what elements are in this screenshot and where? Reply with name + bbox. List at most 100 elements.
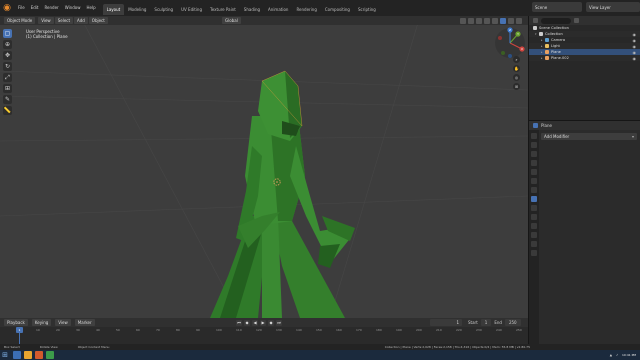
modifier-tab-icon[interactable]: [531, 196, 537, 202]
frame-ruler[interactable]: 0102030405060708090100110120130140150160…: [0, 327, 528, 333]
ruler-tick-label: 30: [76, 328, 80, 332]
ruler-tick-label: 230: [476, 328, 482, 332]
output-tab-icon[interactable]: [531, 151, 537, 157]
scene-tab-icon[interactable]: [531, 169, 537, 175]
material-tab-icon[interactable]: [531, 241, 537, 247]
orientation-selector[interactable]: Global: [222, 17, 241, 24]
mode-selector[interactable]: Object Mode: [4, 17, 36, 24]
transform-icon[interactable]: ⊞: [3, 84, 12, 93]
3d-viewport[interactable]: Object Mode View Select Add Object Globa…: [0, 16, 528, 318]
cursor-icon[interactable]: ⊕: [3, 40, 12, 49]
constraints-tab-icon[interactable]: [531, 223, 537, 229]
outliner-item-plane-002[interactable]: ▸ Plane.002 ◉: [529, 55, 640, 61]
rotate-icon[interactable]: ↻: [3, 62, 12, 71]
keying-menu[interactable]: Keying: [31, 319, 52, 326]
explorer-app-icon[interactable]: [13, 351, 21, 359]
tab-rendering[interactable]: Rendering: [292, 4, 320, 15]
solid-shading-icon[interactable]: [500, 17, 506, 24]
add-menu[interactable]: Add: [74, 17, 88, 24]
prev-key-icon[interactable]: ◆: [244, 319, 250, 326]
eye-icon[interactable]: ◉: [633, 32, 637, 37]
particles-tab-icon[interactable]: [531, 205, 537, 211]
ruler-tick-label: 40: [96, 328, 100, 332]
ruler-tick-label: 100: [216, 328, 222, 332]
tab-shading[interactable]: Shading: [240, 4, 264, 15]
end-frame-field[interactable]: 250: [504, 319, 521, 326]
select-box-icon[interactable]: ▢: [3, 29, 12, 38]
grid-perspective-icon[interactable]: ⊞: [513, 83, 520, 90]
scene-selector[interactable]: Scene: [532, 2, 582, 12]
status-menu-hint: Object Context Menu: [77, 345, 110, 349]
pan-hand-icon[interactable]: ✋: [513, 65, 520, 72]
tab-uv-editing[interactable]: UV Editing: [177, 4, 206, 15]
menu-render[interactable]: Render: [41, 0, 61, 16]
scale-icon[interactable]: ⤢: [3, 73, 12, 82]
blender-logo-icon[interactable]: ◉: [2, 3, 12, 13]
filter-icon[interactable]: [574, 18, 579, 23]
playback-menu[interactable]: Playback: [4, 319, 28, 326]
view-menu[interactable]: View: [55, 319, 71, 326]
start-frame-field[interactable]: 1: [480, 319, 492, 326]
menu-window[interactable]: Window: [62, 0, 84, 16]
ruler-tick-label: 60: [136, 328, 140, 332]
volume-icon[interactable]: ♪: [616, 353, 618, 357]
world-tab-icon[interactable]: [531, 178, 537, 184]
render-tab-icon[interactable]: [531, 142, 537, 148]
play-icon[interactable]: ▶: [260, 319, 266, 326]
outliner-search-input[interactable]: [541, 17, 571, 24]
eye-icon[interactable]: ◉: [633, 44, 637, 49]
tab-animation[interactable]: Animation: [264, 4, 292, 15]
gizmo-z-label: Z: [509, 28, 511, 32]
current-frame-field[interactable]: 1: [430, 319, 462, 326]
physics-tab-icon[interactable]: [531, 214, 537, 220]
browser-app-icon[interactable]: [46, 351, 54, 359]
object-tab-icon[interactable]: [531, 187, 537, 193]
clock[interactable]: 10:41 PM: [622, 353, 636, 357]
gizmo-icon[interactable]: [468, 17, 474, 24]
zoom-icon[interactable]: ⌕: [513, 56, 520, 63]
object-menu[interactable]: Object: [88, 17, 108, 24]
view-menu[interactable]: View: [38, 17, 54, 24]
view-layer-tab-icon[interactable]: [531, 160, 537, 166]
next-key-icon[interactable]: ◆: [268, 319, 274, 326]
move-icon[interactable]: ✥: [3, 51, 12, 60]
blender-app-icon[interactable]: [35, 351, 43, 359]
view-layer-selector[interactable]: View Layer: [586, 2, 640, 12]
menu-edit[interactable]: Edit: [28, 0, 42, 16]
windows-start-icon[interactable]: ⊞: [0, 350, 10, 360]
annotate-icon[interactable]: ✎: [3, 95, 12, 104]
texture-tab-icon[interactable]: [531, 250, 537, 256]
tab-sculpting[interactable]: Sculpting: [150, 4, 177, 15]
data-tab-icon[interactable]: [531, 232, 537, 238]
eye-icon[interactable]: ◉: [633, 38, 637, 43]
play-reverse-icon[interactable]: ◀: [252, 319, 258, 326]
tool-tab-icon[interactable]: [531, 133, 537, 139]
display-mode-icon[interactable]: [533, 18, 538, 23]
tab-compositing[interactable]: Compositing: [321, 4, 354, 15]
folder-app-icon[interactable]: [24, 351, 32, 359]
xray-icon[interactable]: [484, 17, 490, 24]
eye-icon[interactable]: ◉: [633, 56, 637, 61]
measure-icon[interactable]: 📏: [3, 106, 12, 115]
overlay-icon[interactable]: [476, 17, 482, 24]
tab-layout[interactable]: Layout: [102, 3, 125, 15]
tab-texture-paint[interactable]: Texture Paint: [206, 4, 240, 15]
creature-model[interactable]: [210, 71, 355, 318]
jump-start-icon[interactable]: ⏮: [236, 319, 242, 326]
add-modifier-button[interactable]: Add Modifier ▾: [541, 133, 637, 140]
wireframe-shading-icon[interactable]: [492, 17, 498, 24]
network-icon[interactable]: ▲: [610, 353, 612, 357]
tab-modeling[interactable]: Modeling: [124, 4, 150, 15]
menu-file[interactable]: File: [15, 0, 28, 16]
eye-icon[interactable]: ◉: [633, 50, 637, 55]
jump-end-icon[interactable]: ⏭: [276, 319, 282, 326]
visibility-icon[interactable]: [460, 17, 466, 24]
marker-menu[interactable]: Marker: [74, 319, 95, 326]
add-modifier-label: Add Modifier: [544, 134, 570, 139]
camera-view-icon[interactable]: ◎: [513, 74, 520, 81]
select-menu[interactable]: Select: [54, 17, 74, 24]
rendered-shading-icon[interactable]: [516, 17, 522, 24]
material-shading-icon[interactable]: [508, 17, 514, 24]
menu-help[interactable]: Help: [83, 0, 98, 16]
tab-scripting[interactable]: Scripting: [354, 4, 380, 15]
